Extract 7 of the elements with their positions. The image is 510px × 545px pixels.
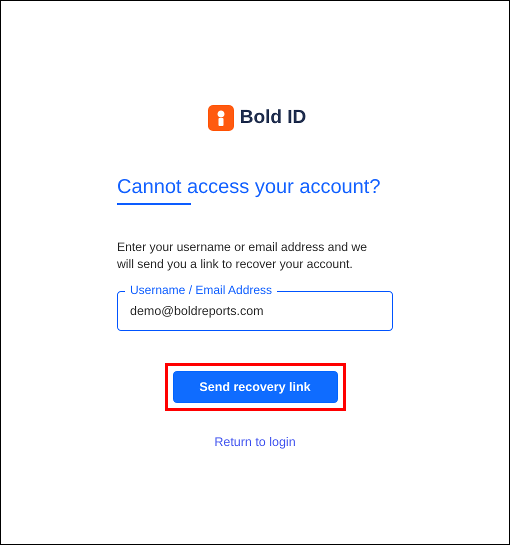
field-label: Username / Email Address xyxy=(125,283,278,297)
send-recovery-button[interactable]: Send recovery link xyxy=(172,371,338,403)
logo-icon xyxy=(208,105,234,131)
logo-text: Bold ID xyxy=(240,107,306,129)
page-heading: Cannot access your account? xyxy=(117,176,380,200)
return-to-login-link[interactable]: Return to login xyxy=(214,435,296,449)
instructions-text: Enter your username or email address and we will send you a link to recover your account. xyxy=(117,239,368,273)
